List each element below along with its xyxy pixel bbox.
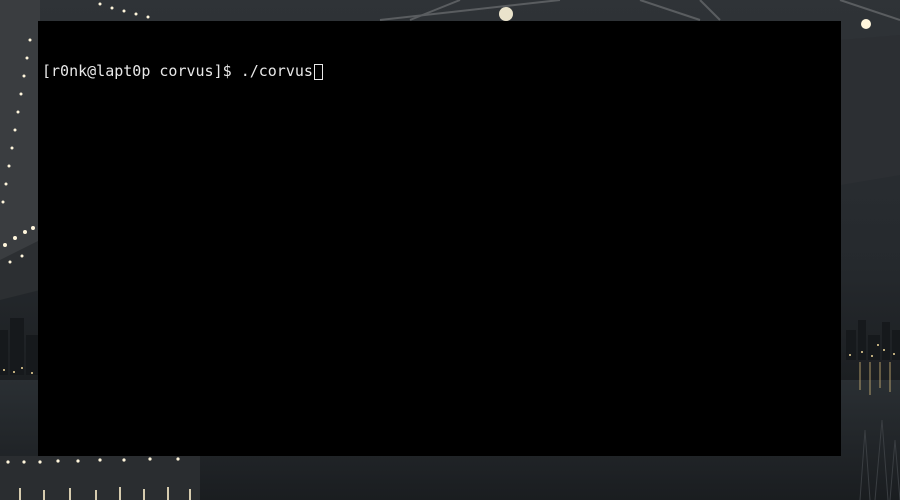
- terminal-line: [r0nk@lapt0p corvus]$ ./corvus: [42, 62, 837, 81]
- text-cursor-icon: [313, 63, 323, 80]
- typed-command: ./corvus: [240, 62, 313, 80]
- shell-prompt: [r0nk@lapt0p corvus]$: [42, 62, 241, 80]
- desktop: [r0nk@lapt0p corvus]$ ./corvus: [0, 0, 900, 500]
- terminal-window[interactable]: [r0nk@lapt0p corvus]$ ./corvus: [38, 21, 841, 456]
